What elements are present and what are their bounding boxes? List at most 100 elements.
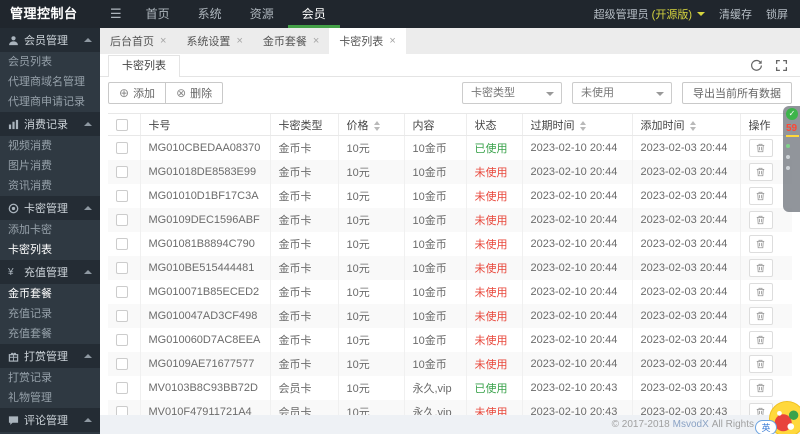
delete-row-button[interactable] [748, 282, 773, 301]
sidebar-item-1-2[interactable]: 代理商域名管理 [0, 72, 100, 92]
status-badge: 已使用 [474, 382, 508, 395]
delete-row-button[interactable] [748, 378, 773, 397]
translate-language-badge[interactable]: 英 [755, 420, 777, 434]
panel-tab-card-list[interactable]: 卡密列表 [108, 55, 180, 77]
row-checkbox[interactable] [116, 285, 128, 298]
delete-button[interactable]: ⊗ 删除 [165, 82, 224, 104]
sidebar-item-1-3[interactable]: 代理商申请记录 [0, 92, 100, 112]
menu-toggle-icon[interactable]: ☰ [100, 0, 132, 28]
cell-type: 金币卡 [269, 207, 338, 232]
col-header-6: 状态 [465, 113, 522, 136]
fullscreen-icon[interactable] [775, 59, 788, 72]
sidebar-item-2-2[interactable]: 图片消费 [0, 156, 100, 176]
tab-close-icon[interactable]: × [236, 35, 242, 47]
status-badge: 未使用 [474, 262, 508, 275]
sidebar-section-1[interactable]: 会员管理 [0, 28, 100, 52]
content-panel: 卡密列表 ⊕ 添加 ⊗ 删除 卡密类型 未使用 导出当前所有数据 卡号 卡密类型… [100, 54, 800, 434]
sidebar-section-5[interactable]: 打赏管理 [0, 344, 100, 368]
row-checkbox[interactable] [116, 381, 128, 394]
card-type-select[interactable]: 卡密类型 [462, 82, 562, 104]
sort-icon[interactable] [689, 120, 696, 131]
cell-price: 10元 [337, 207, 404, 232]
clear-cache-link[interactable]: 清缓存 [719, 6, 752, 22]
status-select[interactable]: 未使用 [572, 82, 672, 104]
select-all-checkbox[interactable] [116, 118, 128, 131]
copyright-text: © 2017-2018 [611, 419, 670, 430]
row-checkbox[interactable] [116, 141, 128, 154]
sort-icon[interactable] [373, 120, 380, 131]
user-menu[interactable]: 超级管理员 (开源版) [594, 6, 705, 22]
cell-price: 10元 [337, 327, 404, 352]
sidebar-section-4[interactable]: ¥ 充值管理 [0, 260, 100, 284]
add-button[interactable]: ⊕ 添加 [108, 82, 167, 104]
user-name: 超级管理员 [593, 9, 649, 21]
cell-expire: 2023-02-10 20:44 [521, 303, 632, 328]
delete-row-button[interactable] [748, 138, 773, 157]
row-checkbox[interactable] [116, 309, 128, 322]
nav-item-3[interactable]: 资源 [236, 0, 288, 28]
sidebar-item-3-2[interactable]: 卡密列表 [0, 240, 100, 260]
sidebar-item-5-1[interactable]: 打赏记录 [0, 368, 100, 388]
tab-close-icon[interactable]: × [160, 35, 166, 47]
tab-close-icon[interactable]: × [313, 35, 319, 47]
sidebar-section-2[interactable]: 消费记录 [0, 112, 100, 136]
delete-row-button[interactable] [748, 258, 773, 277]
row-checkbox[interactable] [116, 189, 128, 202]
refresh-icon[interactable] [750, 59, 763, 72]
delete-row-button[interactable] [748, 330, 773, 349]
sidebar-section-3[interactable]: 卡密管理 [0, 196, 100, 220]
cell-card-no: MV0103B8C93BB72D [139, 375, 270, 400]
browser-extension-widget[interactable]: ✓ 59 [783, 106, 800, 212]
app-title: 管理控制台 [10, 6, 78, 21]
delete-row-button[interactable] [748, 234, 773, 253]
row-checkbox[interactable] [116, 213, 128, 226]
sidebar-item-1-1[interactable]: 会员列表 [0, 52, 100, 72]
lock-screen-link[interactable]: 锁屏 [766, 6, 788, 22]
row-checkbox[interactable] [116, 405, 128, 415]
delete-row-button[interactable] [748, 210, 773, 229]
row-checkbox[interactable] [116, 165, 128, 178]
nav-item-4[interactable]: 会员 [287, 0, 340, 28]
sidebar-item-4-3[interactable]: 充值套餐 [0, 324, 100, 344]
sidebar-item-5-2[interactable]: 礼物管理 [0, 388, 100, 408]
cell-added: 2023-02-03 20:44 [631, 183, 740, 208]
delete-row-button[interactable] [748, 186, 773, 205]
row-checkbox[interactable] [116, 333, 128, 346]
delete-row-button[interactable] [748, 162, 773, 181]
nav-item-1[interactable]: 首页 [132, 0, 184, 28]
delete-row-button[interactable] [748, 306, 773, 325]
table-row: MV010F47911721A4 会员卡 10元 永久,vip 未使用 2023-02-1… [108, 399, 792, 415]
row-checkbox[interactable] [116, 237, 128, 250]
cell-content: 10金币 [403, 255, 466, 280]
brand-link[interactable]: MsvodX [673, 419, 709, 430]
tab-3[interactable]: 金币套餐 × [253, 28, 329, 54]
toolbar: ⊕ 添加 ⊗ 删除 卡密类型 未使用 导出当前所有数据 [100, 77, 800, 109]
tab-close-icon[interactable]: × [389, 35, 395, 47]
tab-4[interactable]: 卡密列表 × [329, 28, 406, 54]
sidebar-section-6[interactable]: 评论管理 [0, 408, 100, 432]
sort-icon[interactable] [579, 120, 586, 131]
tab-2[interactable]: 系统设置 × [176, 28, 252, 54]
translate-float-widget[interactable]: 英 [745, 399, 800, 434]
sidebar-item-2-3[interactable]: 资讯消费 [0, 176, 100, 196]
cell-expire: 2023-02-10 20:43 [521, 399, 632, 415]
tab-label: 系统设置 [186, 36, 231, 48]
tab-1[interactable]: 后台首页 × [100, 28, 176, 54]
nav-item-2[interactable]: 系统 [184, 0, 236, 28]
export-button[interactable]: 导出当前所有数据 [682, 82, 792, 104]
gift-icon [8, 351, 19, 362]
delete-row-button[interactable] [748, 354, 773, 373]
panel-tab-label: 卡密列表 [122, 60, 166, 72]
sidebar-item-4-2[interactable]: 充值记录 [0, 304, 100, 324]
cell-card-no: MG01010D1BF17C3A [139, 183, 270, 208]
cell-expire: 2023-02-10 20:44 [521, 327, 632, 352]
add-circle-icon: ⊕ [119, 86, 130, 100]
cell-type: 金币卡 [269, 351, 338, 376]
row-checkbox[interactable] [116, 357, 128, 370]
trash-icon [756, 383, 765, 393]
cell-card-no: MG010CBEDAA08370 [139, 135, 270, 160]
sidebar-item-3-1[interactable]: 添加卡密 [0, 220, 100, 240]
row-checkbox[interactable] [116, 261, 128, 274]
sidebar-item-4-1[interactable]: 金币套餐 [0, 284, 100, 304]
sidebar-item-2-1[interactable]: 视频消费 [0, 136, 100, 156]
